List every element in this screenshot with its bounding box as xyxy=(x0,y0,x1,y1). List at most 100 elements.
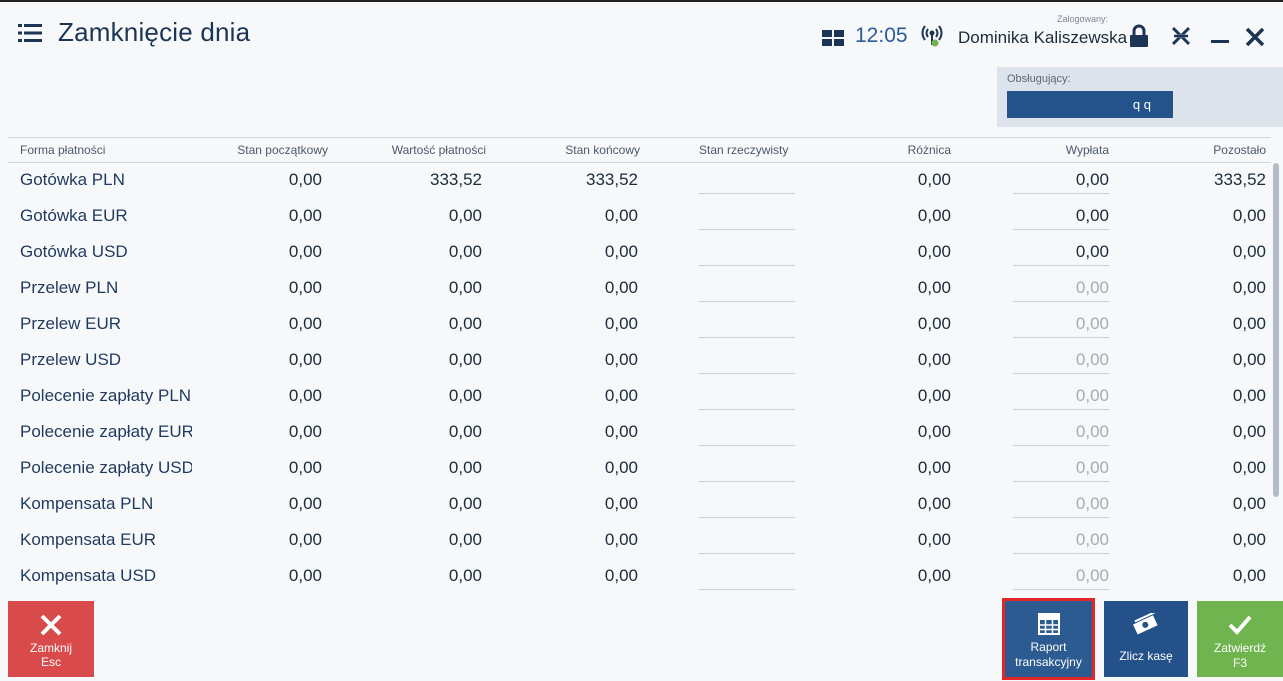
count-label: Zlicz kasę xyxy=(1119,649,1173,663)
real-amount-input[interactable] xyxy=(699,204,795,230)
close-button[interactable]: Zamknij Esc xyxy=(8,601,94,677)
payment-form-name: Przelew PLN xyxy=(20,278,119,297)
payment-form-name: Gotówka PLN xyxy=(20,170,125,189)
payment-form-name: Przelew EUR xyxy=(20,314,122,333)
payment-form-name: Kompensata USD xyxy=(20,566,157,585)
difference-value: 0,00 xyxy=(917,494,951,513)
payment-form-name: Polecenie zapłaty USD xyxy=(20,458,192,477)
confirm-button-label: Zatwierdź F3 xyxy=(1197,641,1283,671)
difference-value: 0,00 xyxy=(917,422,951,441)
payment-value: 333,52 xyxy=(430,170,482,189)
real-amount-input[interactable] xyxy=(699,276,795,302)
payment-value: 0,00 xyxy=(448,242,482,261)
table-row[interactable]: Gotówka USD 0,00 0,00 0,00 0,00 0,00 0,00 xyxy=(8,235,1271,271)
payout-input[interactable]: 0,00 xyxy=(1013,168,1109,194)
payout-input[interactable]: 0,00 xyxy=(1013,240,1109,266)
col-header-real: Stan rzeczywisty xyxy=(699,143,789,157)
real-amount-input[interactable] xyxy=(699,456,795,482)
real-amount-input[interactable] xyxy=(699,528,795,554)
count-cash-button[interactable]: Zlicz kasę xyxy=(1104,601,1188,677)
table-row[interactable]: Gotówka EUR 0,00 0,00 0,00 0,00 0,00 0,00 xyxy=(8,199,1271,235)
remaining-value: 0,00 xyxy=(1232,350,1266,369)
end-value: 0,00 xyxy=(604,530,638,549)
payout-input[interactable]: 0,00 xyxy=(1013,492,1109,518)
real-amount-input[interactable] xyxy=(699,348,795,374)
payment-form-name: Polecenie zapłaty EUR xyxy=(20,422,192,441)
end-value: 0,00 xyxy=(604,206,638,225)
table-row[interactable]: Gotówka PLN 0,00 333,52 333,52 0,00 0,00 333,5… xyxy=(8,163,1271,199)
payment-form-name: Gotówka USD xyxy=(20,242,128,261)
col-header-left: Pozostało xyxy=(1213,143,1266,157)
difference-value: 0,00 xyxy=(917,314,951,333)
payment-value: 0,00 xyxy=(448,314,482,333)
payout-input[interactable]: 0,00 xyxy=(1013,564,1109,590)
real-amount-input[interactable] xyxy=(699,384,795,410)
page-title: Zamknięcie dnia xyxy=(58,17,251,47)
real-amount-input[interactable] xyxy=(699,240,795,266)
payout-input[interactable]: 0,00 xyxy=(1013,348,1109,374)
table-row[interactable]: Polecenie zapłaty USD 0,00 0,00 0,00 0,00 0,0… xyxy=(8,451,1271,487)
table-row[interactable]: Przelew PLN 0,00 0,00 0,00 0,00 0,00 0,00 xyxy=(8,271,1271,307)
col-header-diff: Różnica xyxy=(907,143,951,157)
transaction-report-button[interactable]: Raport transakcyjny xyxy=(1002,598,1095,680)
payout-input[interactable]: 0,00 xyxy=(1013,456,1109,482)
real-amount-input[interactable] xyxy=(699,168,795,194)
remaining-value: 0,00 xyxy=(1232,458,1266,477)
end-value: 0,00 xyxy=(604,494,638,513)
col-header-end: Stan końcowy xyxy=(565,143,640,157)
col-header-start: Stan początkowy xyxy=(237,143,328,157)
table-row[interactable]: Kompensata EUR 0,00 0,00 0,00 0,00 0,00 0,00 xyxy=(8,523,1271,559)
lock-icon[interactable] xyxy=(1128,24,1150,48)
remaining-value: 333,52 xyxy=(1214,170,1266,189)
payout-input[interactable]: 0,00 xyxy=(1013,204,1109,230)
payment-form-name: Polecenie zapłaty PLN xyxy=(20,386,192,405)
difference-value: 0,00 xyxy=(917,350,951,369)
real-amount-input[interactable] xyxy=(699,420,795,446)
real-amount-input[interactable] xyxy=(699,312,795,338)
payout-input[interactable]: 0,00 xyxy=(1013,276,1109,302)
table-row[interactable]: Kompensata PLN 0,00 0,00 0,00 0,00 0,00 0,00 xyxy=(8,487,1271,523)
minimize-icon[interactable] xyxy=(1211,40,1229,43)
remaining-value: 0,00 xyxy=(1232,206,1266,225)
clock: 12:05 xyxy=(855,24,908,47)
close-label: Zamknij xyxy=(29,641,72,655)
difference-value: 0,00 xyxy=(917,386,951,405)
payment-value: 0,00 xyxy=(448,422,482,441)
confirm-label: Zatwierdź xyxy=(1213,641,1266,655)
table-row[interactable]: Przelew USD 0,00 0,00 0,00 0,00 0,00 0,00 xyxy=(8,343,1271,379)
start-value: 0,00 xyxy=(288,494,322,513)
table-row[interactable]: Przelew EUR 0,00 0,00 0,00 0,00 0,00 0,00 xyxy=(8,307,1271,343)
end-value: 0,00 xyxy=(604,314,638,333)
payout-input[interactable]: 0,00 xyxy=(1013,528,1109,554)
end-value: 333,52 xyxy=(586,170,638,189)
logged-label: Zalogowany: xyxy=(1056,14,1108,24)
grid-icon[interactable] xyxy=(822,30,844,46)
real-amount-input[interactable] xyxy=(699,564,795,590)
payment-form-name: Kompensata EUR xyxy=(20,530,157,549)
operator-field[interactable]: q q xyxy=(1007,91,1173,118)
payout-input[interactable]: 0,00 xyxy=(1013,384,1109,410)
close-key: Esc xyxy=(40,655,61,669)
end-value: 0,00 xyxy=(604,242,638,261)
real-amount-input[interactable] xyxy=(699,492,795,518)
start-value: 0,00 xyxy=(288,422,322,441)
col-header-payout: Wypłata xyxy=(1065,143,1109,157)
table-row[interactable]: Polecenie zapłaty EUR 0,00 0,00 0,00 0,00 0,0… xyxy=(8,415,1271,451)
payment-value: 0,00 xyxy=(448,350,482,369)
start-value: 0,00 xyxy=(288,530,322,549)
menu-icon[interactable] xyxy=(18,24,42,42)
payment-value: 0,00 xyxy=(448,458,482,477)
table-row[interactable]: Kompensata USD 0,00 0,00 0,00 0,00 0,00 0,00 xyxy=(8,559,1271,595)
confirm-button[interactable]: Zatwierdź F3 xyxy=(1197,601,1283,677)
tools-icon[interactable] xyxy=(1169,24,1193,48)
calculator-icon xyxy=(1037,613,1060,635)
operator-panel: Obsługujący: q q xyxy=(997,67,1283,127)
payout-input[interactable]: 0,00 xyxy=(1013,312,1109,338)
table-row[interactable]: Polecenie zapłaty PLN 0,00 0,00 0,00 0,00 0,0… xyxy=(8,379,1271,415)
signal-icon xyxy=(921,25,943,47)
difference-value: 0,00 xyxy=(917,242,951,261)
scrollbar[interactable] xyxy=(1273,163,1279,497)
payout-input[interactable]: 0,00 xyxy=(1013,420,1109,446)
difference-value: 0,00 xyxy=(917,278,951,297)
close-icon[interactable] xyxy=(1244,26,1266,48)
